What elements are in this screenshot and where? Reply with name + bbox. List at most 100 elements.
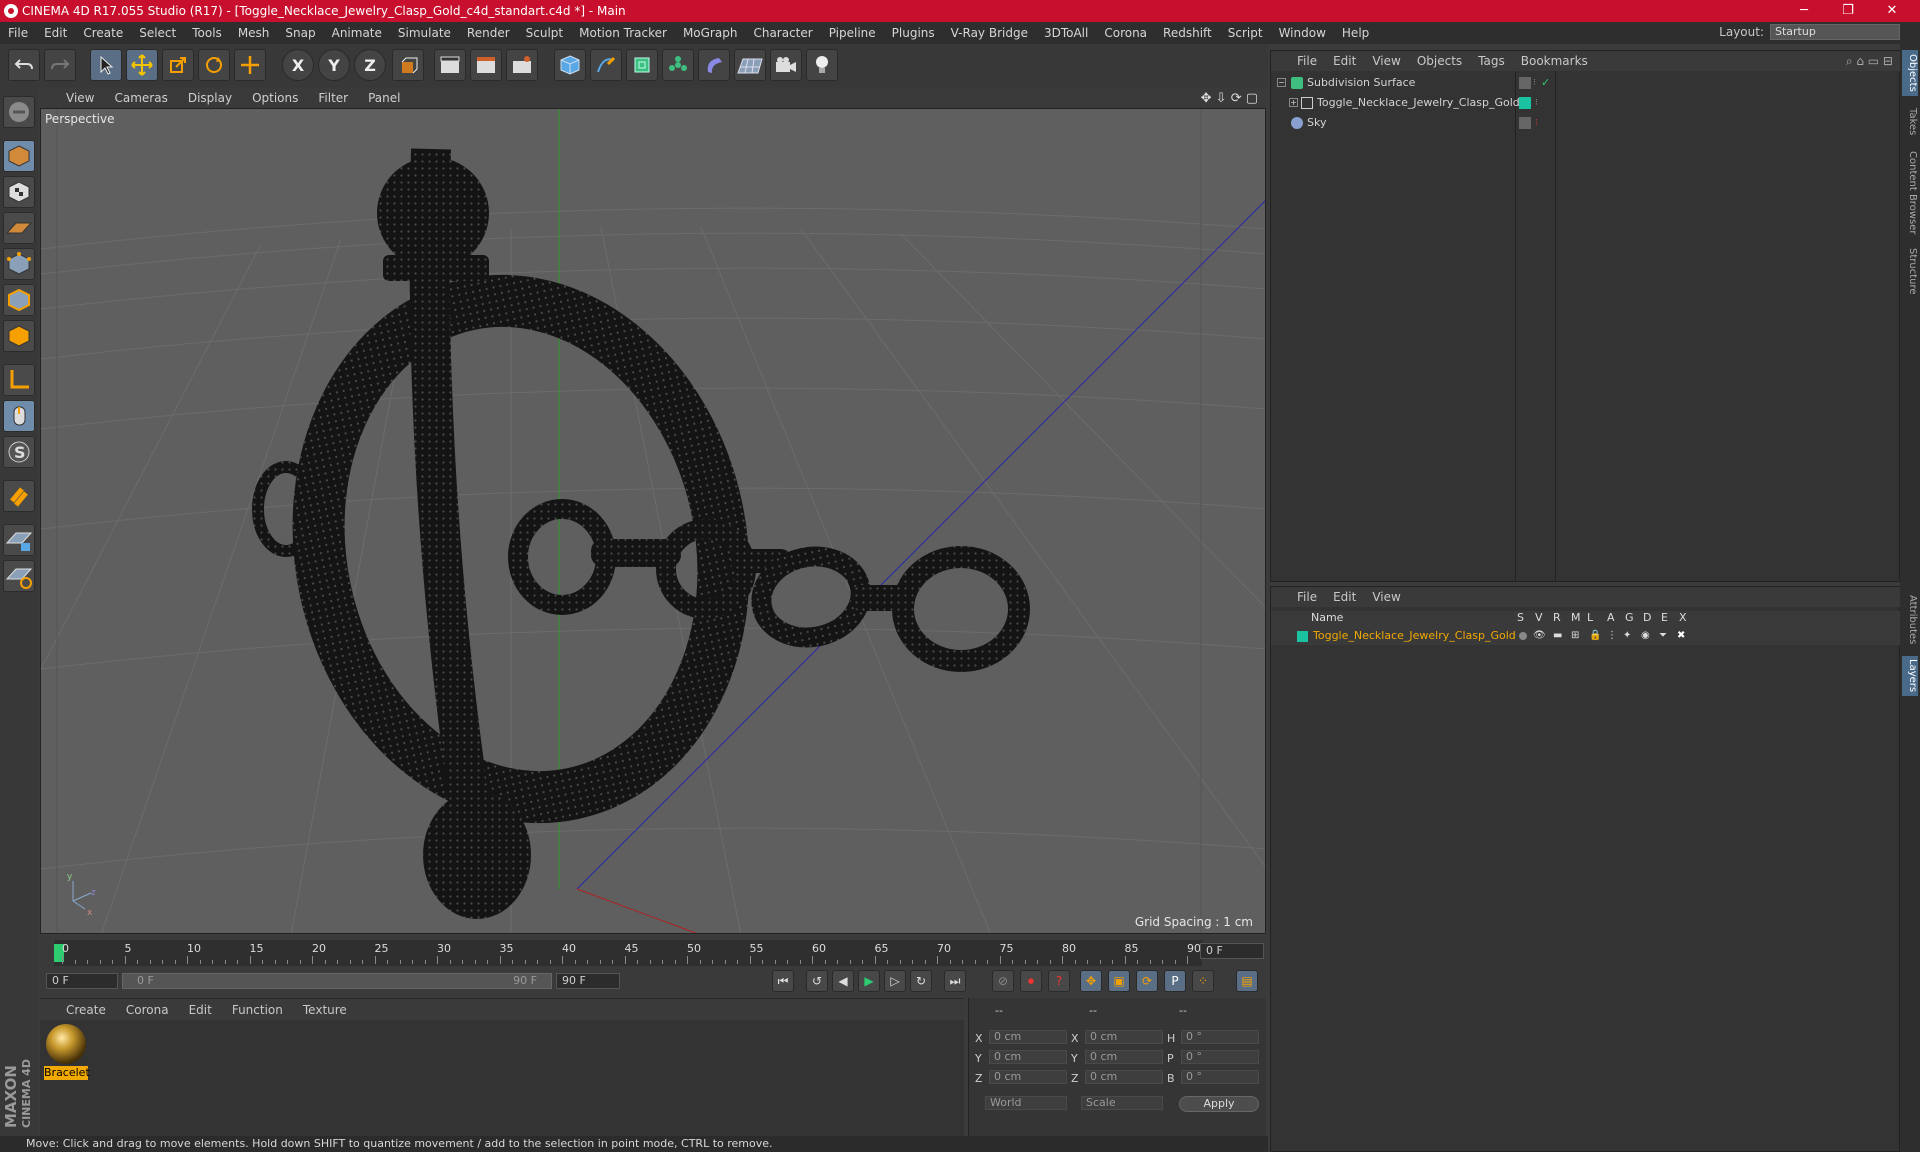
edges-mode-button[interactable] xyxy=(3,284,35,316)
tab-layers[interactable]: Layers xyxy=(1902,656,1918,696)
size-z-field[interactable]: 0 cm xyxy=(1085,1070,1163,1084)
go-to-start-button[interactable]: ⏮ xyxy=(772,970,794,992)
scale-tool-button[interactable] xyxy=(162,49,194,81)
y-axis-lock-button[interactable]: Y xyxy=(318,49,350,81)
texture-mode-button[interactable] xyxy=(3,176,35,208)
start-frame-field[interactable]: 0 F xyxy=(46,973,118,989)
timeline-track[interactable]: 0 5 10 15 20 25 30 35 40 45 50 55 60 65 70 75 80 85 90 xyxy=(54,940,1202,966)
layer-xref-icon[interactable]: ✖ xyxy=(1677,627,1685,645)
layer-tag-icon[interactable] xyxy=(1519,117,1531,129)
autokey-button[interactable]: ? xyxy=(1048,970,1070,992)
coordinate-system-button[interactable] xyxy=(392,49,424,81)
menu-animate[interactable]: Animate xyxy=(324,26,390,40)
position-z-field[interactable]: 0 cm xyxy=(989,1070,1067,1084)
layer-col-render[interactable]: R xyxy=(1553,611,1561,624)
expand-icon[interactable]: + xyxy=(1289,98,1298,107)
layer-color-swatch[interactable] xyxy=(1297,631,1308,642)
layer-col-generators[interactable]: G xyxy=(1625,611,1634,624)
layer-view-eye-icon[interactable]: 👁 xyxy=(1533,627,1546,645)
object-row-sky[interactable]: Sky ⁝ xyxy=(1271,113,1901,133)
object-row-subdivision-surface[interactable]: − Subdivision Surface ⁝ ✓ xyxy=(1271,73,1901,93)
layers-menu-file[interactable]: File xyxy=(1289,590,1325,604)
layer-solo-icon[interactable] xyxy=(1519,632,1527,640)
close-button[interactable]: ✕ xyxy=(1870,0,1914,22)
material-menu-edit[interactable]: Edit xyxy=(179,1003,222,1017)
collapse-icon[interactable]: − xyxy=(1277,78,1286,87)
tab-objects[interactable]: Objects xyxy=(1902,50,1918,96)
next-frame-button[interactable]: ▷ xyxy=(884,970,906,992)
render-to-picture-viewer-button[interactable] xyxy=(470,49,502,81)
size-mode-dropdown[interactable]: Scale xyxy=(1081,1096,1163,1110)
menu-snap[interactable]: Snap xyxy=(277,26,323,40)
viewport-menu-display[interactable]: Display xyxy=(178,91,242,105)
menu-sculpt[interactable]: Sculpt xyxy=(518,26,571,40)
layer-col-xref[interactable]: X xyxy=(1679,611,1687,624)
layer-col-expressions[interactable]: E xyxy=(1661,611,1668,624)
maximize-button[interactable]: ❐ xyxy=(1826,0,1870,22)
add-cube-button[interactable] xyxy=(554,49,586,81)
layer-col-animation[interactable]: A xyxy=(1607,611,1615,624)
menu-mograph[interactable]: MoGraph xyxy=(675,26,746,40)
menu-character[interactable]: Character xyxy=(745,26,820,40)
menu-vray-bridge[interactable]: V-Ray Bridge xyxy=(943,26,1036,40)
menu-window[interactable]: Window xyxy=(1271,26,1334,40)
menu-file[interactable]: File xyxy=(0,26,36,40)
material-swatch[interactable]: Bracelet xyxy=(44,1024,90,1080)
add-deformer-button[interactable] xyxy=(698,49,730,81)
tab-structure[interactable]: Structure xyxy=(1902,244,1918,298)
objects-menu-file[interactable]: File xyxy=(1289,54,1325,68)
visibility-dots-icon[interactable]: ⁝ xyxy=(1535,93,1538,113)
menu-tools[interactable]: Tools xyxy=(184,26,230,40)
material-menu-function[interactable]: Function xyxy=(222,1003,293,1017)
menu-render[interactable]: Render xyxy=(459,26,518,40)
tab-content-browser[interactable]: Content Browser xyxy=(1902,148,1918,238)
menu-plugins[interactable]: Plugins xyxy=(884,26,943,40)
previous-frame-button[interactable]: ◀ xyxy=(832,970,854,992)
key-parameter-button[interactable]: P xyxy=(1164,970,1186,992)
objects-menu-tags[interactable]: Tags xyxy=(1470,54,1513,68)
viewport-menu-panel[interactable]: Panel xyxy=(358,91,410,105)
timeline-window-button[interactable]: ▤ xyxy=(1236,970,1258,992)
add-environment-button[interactable] xyxy=(734,49,766,81)
layers-menu-edit[interactable]: Edit xyxy=(1325,590,1364,604)
layer-col-view[interactable]: V xyxy=(1535,611,1543,624)
x-axis-lock-button[interactable]: X xyxy=(282,49,314,81)
layer-expression-icon[interactable]: ⏷ xyxy=(1659,627,1667,645)
visibility-dots-icon[interactable]: ⁝ xyxy=(1533,73,1536,93)
menu-motion-tracker[interactable]: Motion Tracker xyxy=(571,26,675,40)
rotation-h-field[interactable]: 0 ° xyxy=(1181,1030,1259,1044)
layer-col-manager[interactable]: M xyxy=(1571,611,1581,624)
polygons-mode-button[interactable] xyxy=(3,320,35,352)
viewport-menu-view[interactable]: View xyxy=(56,91,104,105)
go-to-end-button[interactable]: ⏭ xyxy=(944,970,966,992)
material-menu-corona[interactable]: Corona xyxy=(116,1003,179,1017)
previous-key-button[interactable]: ↺ xyxy=(806,970,828,992)
transform-tool-button[interactable] xyxy=(234,49,266,81)
viewport-nav-icons[interactable]: ✥ ⇩ ⟳ ▢ xyxy=(1201,91,1258,106)
layer-deformer-icon[interactable]: ◉ xyxy=(1641,627,1650,645)
menu-corona[interactable]: Corona xyxy=(1096,26,1155,40)
viewport-menu-cameras[interactable]: Cameras xyxy=(104,91,177,105)
material-menu-texture[interactable]: Texture xyxy=(293,1003,357,1017)
objects-menu-objects[interactable]: Objects xyxy=(1409,54,1470,68)
layer-render-clapper-icon[interactable]: ▬ xyxy=(1553,627,1562,645)
menu-edit[interactable]: Edit xyxy=(36,26,75,40)
points-mode-button[interactable] xyxy=(3,248,35,280)
layer-generator-icon[interactable]: ✦ xyxy=(1623,627,1631,645)
object-manager-search-icon[interactable]: ⌕ ⌂ ▭ ⊟ xyxy=(1846,54,1893,69)
tab-attributes[interactable]: Attributes xyxy=(1902,590,1918,650)
menu-help[interactable]: Help xyxy=(1334,26,1377,40)
workplane-lock-button[interactable] xyxy=(3,524,35,556)
menu-simulate[interactable]: Simulate xyxy=(390,26,459,40)
redo-button[interactable] xyxy=(44,49,76,81)
coordinate-mode-dropdown[interactable]: World xyxy=(985,1096,1067,1110)
key-rotation-button[interactable]: ⟳ xyxy=(1136,970,1158,992)
key-scale-button[interactable]: ▣ xyxy=(1108,970,1130,992)
live-selection-button[interactable] xyxy=(90,49,122,81)
object-row-toggle-clasp[interactable]: + Toggle_Necklace_Jewelry_Clasp_Gold ⁝ xyxy=(1271,93,1901,113)
layer-lock-icon[interactable]: 🔒 xyxy=(1589,627,1601,645)
rotate-tool-button[interactable] xyxy=(198,49,230,81)
enabled-check-icon[interactable]: ✓ xyxy=(1541,73,1550,93)
layer-col-deformers[interactable]: D xyxy=(1643,611,1651,624)
layer-tag-icon[interactable] xyxy=(1519,77,1531,89)
